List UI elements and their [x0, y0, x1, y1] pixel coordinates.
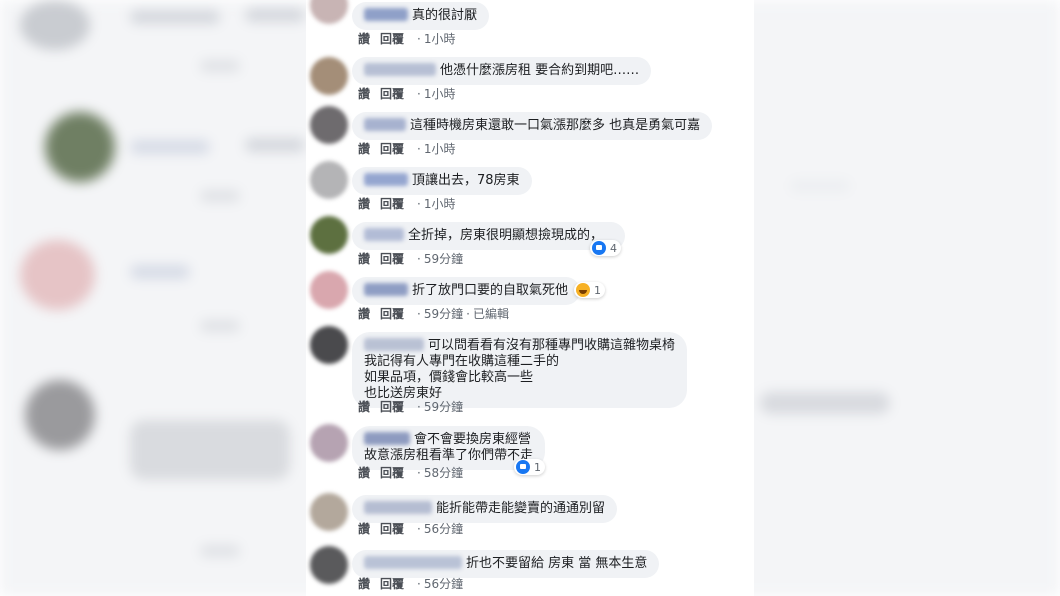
- comment-meta: 讚回覆 · 59分鐘: [358, 252, 464, 266]
- comment-time[interactable]: 1小時: [424, 142, 456, 156]
- like-button[interactable]: 讚: [358, 466, 370, 480]
- comment-text: 折了放門口要的自取氣死他: [412, 283, 569, 298]
- commenter-name-blurred[interactable]: [364, 8, 408, 21]
- avatar[interactable]: [310, 161, 348, 199]
- comment-meta: 讚回覆 · 56分鐘: [358, 577, 464, 591]
- avatar[interactable]: [310, 493, 348, 531]
- comment-time[interactable]: 59分鐘: [424, 252, 463, 266]
- reply-button[interactable]: 回覆: [380, 307, 404, 321]
- comment-time[interactable]: 1小時: [424, 32, 456, 46]
- like-button[interactable]: 讚: [358, 197, 370, 211]
- commenter-name-blurred[interactable]: [364, 432, 410, 445]
- comment-text: 頂讓出去，78房東: [412, 173, 520, 188]
- commenter-name-blurred[interactable]: [364, 118, 406, 131]
- reply-button[interactable]: 回覆: [380, 32, 404, 46]
- reply-button[interactable]: 回覆: [380, 577, 404, 591]
- commenter-name-blurred[interactable]: [364, 501, 432, 514]
- commenter-name-blurred[interactable]: [364, 283, 408, 296]
- comment-meta: 讚回覆 · 59分鐘 · 已編輯: [358, 307, 509, 321]
- reply-button[interactable]: 回覆: [380, 522, 404, 536]
- comment-text: 如果品項，價錢會比較高一些: [364, 370, 534, 385]
- comment-bubble: 折也不要留給 房東 當 無本生意: [352, 550, 660, 578]
- avatar[interactable]: [310, 424, 348, 462]
- comment-feed: 真的很討厭 讚回覆 · 1小時 他憑什麼漲房租 要合約到期吧…… 讚回覆 · 1小時 這…: [306, 0, 754, 596]
- commenter-name-blurred[interactable]: [364, 173, 408, 186]
- reply-button[interactable]: 回覆: [380, 87, 404, 101]
- reply-button[interactable]: 回覆: [380, 197, 404, 211]
- reply-button[interactable]: 回覆: [380, 142, 404, 156]
- comment-text: 折也不要留給 房東 當 無本生意: [466, 556, 648, 571]
- comment-text: 他憑什麼漲房租 要合約到期吧……: [440, 63, 640, 78]
- comment-meta: 讚回覆 · 56分鐘: [358, 522, 464, 536]
- reply-button[interactable]: 回覆: [380, 252, 404, 266]
- commenter-name-blurred[interactable]: [364, 63, 436, 76]
- reaction-badge[interactable]: 4: [590, 240, 621, 256]
- comment-meta: 讚回覆 · 1小時: [358, 87, 456, 101]
- reply-button[interactable]: 回覆: [380, 466, 404, 480]
- comment-time[interactable]: 59分鐘: [424, 400, 463, 414]
- comment-text: 會不會要換房東經營: [414, 432, 532, 447]
- comment-meta: 讚回覆 · 1小時: [358, 197, 456, 211]
- comment-text: 真的很討厭: [412, 8, 478, 23]
- commenter-name-blurred[interactable]: [364, 338, 424, 351]
- reaction-count: 4: [610, 241, 617, 255]
- comment-bubble: 能折能帶走能變賣的通通別留: [352, 495, 618, 523]
- like-button[interactable]: 讚: [358, 252, 370, 266]
- like-button[interactable]: 讚: [358, 87, 370, 101]
- comment-meta: 讚回覆 · 58分鐘: [358, 466, 464, 480]
- like-icon: [592, 241, 606, 255]
- comment-bubble: 真的很討厭: [352, 2, 490, 30]
- avatar[interactable]: [310, 216, 348, 254]
- comment-meta: 讚回覆 · 1小時: [358, 142, 456, 156]
- reaction-badge[interactable]: 1: [574, 282, 605, 298]
- comment-text: 我記得有人專門在收購這種二手的: [364, 354, 560, 369]
- comment-time[interactable]: 1小時: [424, 197, 456, 211]
- comment-bubble: 頂讓出去，78房東: [352, 167, 532, 195]
- avatar[interactable]: [310, 546, 348, 584]
- comment-text: 故意漲房租看準了你們帶不走: [364, 448, 534, 463]
- comment-time[interactable]: 59分鐘: [424, 307, 463, 321]
- avatar[interactable]: [310, 106, 348, 144]
- reaction-count: 1: [594, 283, 601, 297]
- comment-bubble: 可以問看看有沒有那種專門收購這雜物桌椅 我記得有人專門在收購這種二手的 如果品項…: [352, 332, 688, 408]
- haha-icon: [576, 283, 590, 297]
- comment-time[interactable]: 56分鐘: [424, 577, 463, 591]
- reply-button[interactable]: 回覆: [380, 400, 404, 414]
- comment-time[interactable]: 56分鐘: [424, 522, 463, 536]
- reaction-badge[interactable]: 1: [514, 459, 545, 475]
- avatar[interactable]: [310, 271, 348, 309]
- like-button[interactable]: 讚: [358, 400, 370, 414]
- comment-time[interactable]: 1小時: [424, 87, 456, 101]
- reaction-count: 1: [534, 460, 541, 474]
- comment-meta: 讚回覆 · 1小時: [358, 32, 456, 46]
- comment-text: 能折能帶走能變賣的通通別留: [436, 501, 606, 516]
- comment-bubble: 他憑什麼漲房租 要合約到期吧……: [352, 57, 652, 85]
- avatar[interactable]: [310, 0, 348, 24]
- comment-time[interactable]: 58分鐘: [424, 466, 463, 480]
- commenter-name-blurred[interactable]: [364, 228, 404, 241]
- comment-text: 這種時機房東還敢一口氣漲那麼多 也真是勇氣可嘉: [410, 118, 701, 133]
- commenter-name-blurred[interactable]: [364, 556, 462, 569]
- avatar[interactable]: [310, 57, 348, 95]
- comment-bubble: 這種時機房東還敢一口氣漲那麼多 也真是勇氣可嘉: [352, 112, 713, 140]
- like-button[interactable]: 讚: [358, 32, 370, 46]
- like-button[interactable]: 讚: [358, 577, 370, 591]
- comment-text: 可以問看看有沒有那種專門收購這雜物桌椅: [428, 338, 676, 353]
- comment-bubble: 全折掉，房東很明顯想撿現成的，: [352, 222, 626, 250]
- comment-meta: 讚回覆 · 59分鐘: [358, 400, 464, 414]
- comment-bubble: 折了放門口要的自取氣死他: [352, 277, 581, 305]
- avatar[interactable]: [310, 326, 348, 364]
- edited-label: 已編輯: [472, 307, 509, 321]
- comment-text: 全折掉，房東很明顯想撿現成的，: [408, 228, 604, 243]
- like-button[interactable]: 讚: [358, 307, 370, 321]
- like-button[interactable]: 讚: [358, 522, 370, 536]
- like-icon: [516, 460, 530, 474]
- like-button[interactable]: 讚: [358, 142, 370, 156]
